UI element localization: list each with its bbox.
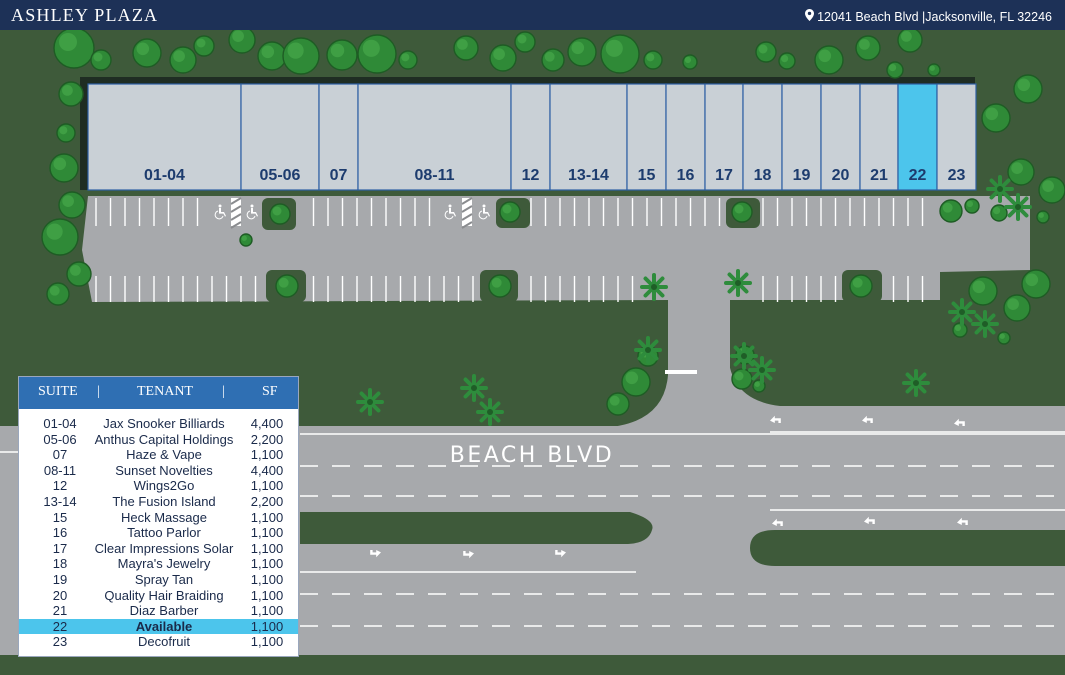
column-separator: | — [222, 384, 225, 399]
palm-icon — [356, 388, 384, 416]
tenant-column-header: TENANT — [137, 384, 193, 399]
legend-sf: 1,100 — [250, 618, 284, 634]
legend-sf: 1,100 — [250, 603, 284, 619]
legend-row: 15 Heck Massage 1,100 — [19, 510, 298, 526]
suite-column-header: SUITE — [38, 384, 78, 399]
legend-row: 19 Spray Tan 1,100 — [19, 572, 298, 588]
palm-icon — [640, 273, 668, 301]
legend-tenant: Tattoo Parlor — [127, 525, 201, 541]
map-pin-icon — [805, 9, 815, 24]
unit-group: 01-04 05-06 07 08-11 12 13-14 15 16 17 18 19 20 21 22… — [87, 83, 977, 191]
legend-tenant: Spray Tan — [134, 571, 194, 587]
legend-header: SUITE | TENANT | SF — [19, 377, 298, 409]
south-grass — [0, 655, 1065, 675]
legend-row: 16 Tattoo Parlor 1,100 — [19, 525, 298, 541]
legend-sf: 1,100 — [250, 634, 284, 650]
legend-tenant: Haze & Vape — [126, 447, 202, 463]
unit-label: 12 — [522, 167, 540, 184]
unit-label: 07 — [330, 167, 348, 184]
legend-tenant: Available — [135, 618, 193, 634]
legend-sf: 1,100 — [250, 509, 284, 525]
legend-sf: 2,200 — [250, 493, 284, 509]
legend-sf: 4,400 — [250, 462, 284, 478]
unit-label: 20 — [832, 167, 850, 184]
legend-sf: 1,100 — [250, 556, 284, 572]
palm-icon — [748, 356, 776, 384]
legend-row: 22 Available 1,100 — [19, 618, 298, 635]
palm-icon — [1004, 193, 1032, 221]
legend-rows: 01-04 Jax Snooker Billiards 4,400 05-06 Anth… — [19, 409, 298, 650]
palm-icon — [476, 398, 504, 426]
unit-label: 17 — [715, 167, 733, 184]
palm-icon — [902, 369, 930, 397]
column-separator: | — [97, 384, 100, 399]
legend-row: 23 Decofruit 1,100 — [19, 634, 298, 650]
legend-tenant: Quality Hair Braiding — [104, 587, 224, 603]
legend-tenant: The Fusion Island — [112, 493, 216, 509]
legend-sf: 4,400 — [250, 416, 284, 431]
tenant-legend: SUITE | TENANT | SF 01-04 Jax Snooker Bil… — [18, 376, 299, 657]
property-title: ASHLEY PLAZA — [11, 5, 159, 25]
legend-sf: 1,100 — [250, 447, 284, 463]
property-address: 12041 Beach Blvd |Jacksonville, FL 32246 — [805, 9, 1052, 24]
median-east — [750, 530, 1065, 566]
legend-sf: 1,100 — [250, 571, 284, 587]
legend-sf: 1,100 — [250, 540, 284, 556]
legend-row: 07 Haze & Vape 1,100 — [19, 447, 298, 463]
legend-tenant: Mayra's Jewelry — [117, 556, 211, 572]
legend-sf: 1,100 — [250, 587, 284, 603]
legend-row: 08-11 Sunset Novelties 4,400 — [19, 463, 298, 479]
legend-sf: 1,100 — [250, 525, 284, 541]
palm-icon — [730, 342, 758, 370]
unit-label: 16 — [677, 167, 695, 184]
legend-row: 05-06 Anthus Capital Holdings 2,200 — [19, 432, 298, 448]
legend-row: 01-04 Jax Snooker Billiards 4,400 — [19, 416, 298, 432]
legend-row: 13-14 The Fusion Island 2,200 — [19, 494, 298, 510]
palm-icon — [724, 269, 752, 297]
unit-label: 13-14 — [568, 167, 609, 184]
median-west — [300, 512, 653, 544]
legend-row: 17 Clear Impressions Solar 1,100 — [19, 541, 298, 557]
palm-icon — [460, 374, 488, 402]
road-name-label: BEACH BLVD — [450, 443, 614, 468]
unit-label: 01-04 — [144, 167, 185, 184]
legend-sf: 1,100 — [250, 478, 284, 494]
legend-row: 20 Quality Hair Braiding 1,100 — [19, 588, 298, 604]
unit-label: 15 — [638, 167, 656, 184]
unit-label: 23 — [948, 167, 966, 184]
sf-column-header: SF — [262, 384, 278, 399]
legend-row: 21 Diaz Barber 1,100 — [19, 603, 298, 619]
unit-label: 08-11 — [414, 167, 454, 184]
unit-label: 18 — [754, 167, 772, 184]
unit-label: 19 — [793, 167, 811, 184]
legend-tenant: Diaz Barber — [129, 603, 199, 619]
stop-bar — [665, 370, 697, 374]
legend-tenant: Wings2Go — [133, 478, 195, 494]
unit-label: 21 — [870, 167, 888, 184]
legend-tenant: Clear Impressions Solar — [94, 540, 234, 556]
legend-row: 12 Wings2Go 1,100 — [19, 478, 298, 494]
palm-icon — [634, 336, 662, 364]
palm-icon — [948, 298, 976, 326]
legend-row: 18 Mayra's Jewelry 1,100 — [19, 556, 298, 572]
unit-label: 05-06 — [260, 167, 301, 184]
palm-icon — [971, 310, 999, 338]
address-text: 12041 Beach Blvd |Jacksonville, FL 32246 — [817, 10, 1052, 24]
legend-tenant: Decofruit — [137, 634, 191, 650]
legend-tenant: Heck Massage — [121, 509, 207, 525]
unit-label: 22 — [909, 167, 927, 184]
legend-sf: 2,200 — [250, 431, 284, 447]
header-bar: ASHLEY PLAZA 12041 Beach Blvd |Jacksonvi… — [0, 0, 1065, 30]
legend-tenant: Jax Snooker Billiards — [103, 416, 225, 431]
legend-tenant: Sunset Novelties — [115, 462, 213, 478]
legend-tenant: Anthus Capital Holdings — [94, 431, 234, 447]
